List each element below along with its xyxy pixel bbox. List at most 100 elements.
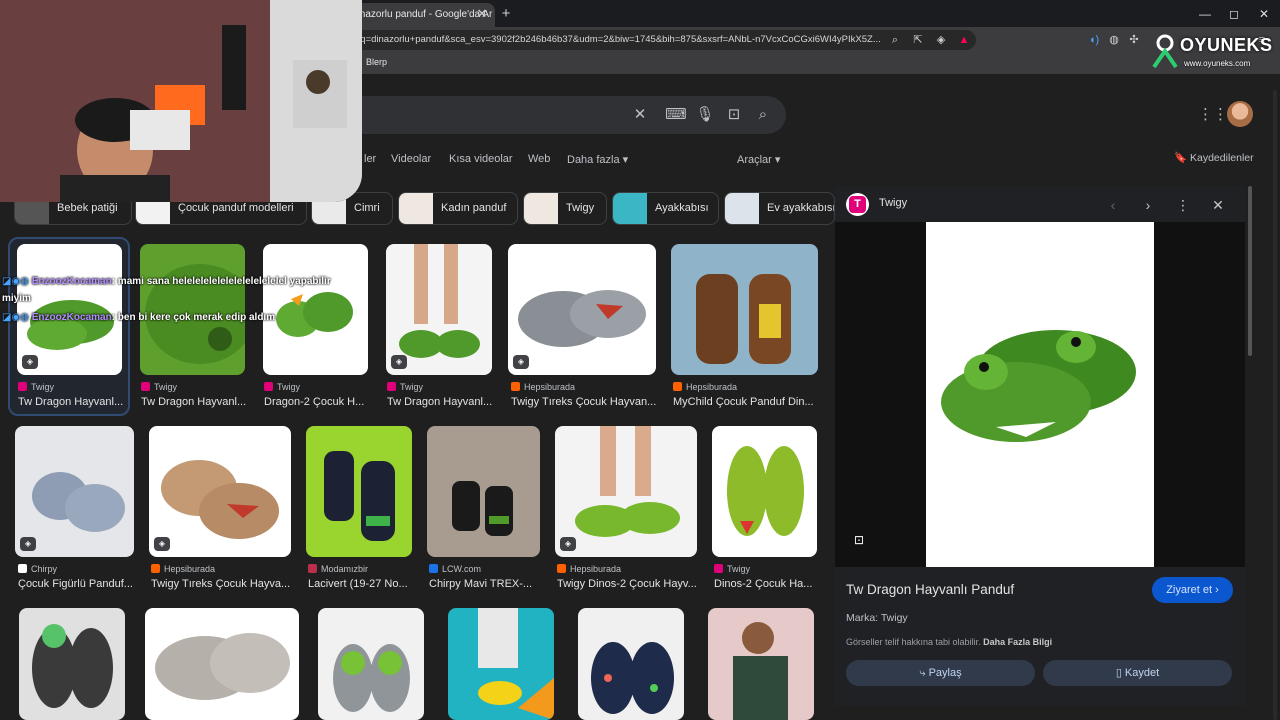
audio-icon[interactable]: ◖) — [1085, 31, 1103, 49]
chip-women-slippers[interactable]: Kadın panduf — [398, 192, 518, 225]
chip-label: Kadın panduf — [441, 202, 507, 214]
share-button[interactable]: ⤷ Paylaş — [846, 660, 1035, 686]
close-window-button[interactable]: ✕ — [1249, 4, 1279, 24]
result-image[interactable] — [555, 426, 697, 557]
shark-slipper-image — [518, 290, 646, 347]
dino-slipper-image — [727, 446, 804, 536]
result-image[interactable] — [306, 426, 412, 557]
hepsiburada-icon — [673, 382, 682, 391]
shield-icon[interactable]: ◈ — [932, 31, 950, 49]
browser-tab[interactable]: dinazorlu panduf - Google'da Ar — [340, 3, 495, 27]
hepsiburada-icon — [151, 564, 160, 573]
chip-twigy[interactable]: Twigy — [523, 192, 607, 225]
result-title[interactable]: Twigy Tıreks Çocuk Hayvan... — [511, 396, 659, 408]
chip-shoes[interactable]: Ayakkabısı — [612, 192, 719, 225]
result-title[interactable]: Lacivert (19-27 No... — [308, 578, 412, 590]
new-tab-button[interactable]: + — [497, 5, 515, 23]
tab-short-videos[interactable]: Kısa videolar — [449, 153, 513, 165]
result-title[interactable]: Chirpy Mavi TREX-... — [429, 578, 540, 590]
dino-slipper-image — [145, 264, 245, 364]
child-photo-image — [733, 622, 788, 720]
result-source: Modamızbir — [308, 564, 368, 574]
result-title[interactable]: Tw Dragon Hayvanl... — [141, 396, 247, 408]
minimize-button[interactable]: — — [1190, 4, 1220, 24]
result-image[interactable] — [19, 608, 125, 720]
tab-images[interactable]: ler — [364, 153, 376, 165]
avatar[interactable] — [1227, 101, 1253, 127]
close-icon[interactable]: ✕ — [1208, 195, 1228, 215]
address-url[interactable]: 2q=dinazorlu+panduf&sca_esv=3902f2b246b4… — [355, 30, 880, 50]
panel-image[interactable] — [926, 222, 1154, 567]
modamizbir-icon — [308, 564, 317, 573]
result-image[interactable] — [578, 608, 684, 720]
result-source: Hepsiburada — [151, 564, 215, 574]
puzzle-icon[interactable]: ✣ — [1125, 31, 1143, 49]
panel-scrollbar[interactable] — [1248, 186, 1252, 356]
result-image[interactable] — [263, 244, 368, 375]
extension-icon[interactable]: ◍ — [1105, 31, 1123, 49]
result-title[interactable]: Çocuk Figürlü Panduf... — [18, 578, 134, 590]
result-image[interactable] — [149, 426, 291, 557]
bookmark-blerp[interactable]: Blerp — [366, 57, 387, 67]
panel-source[interactable]: Twigy — [879, 197, 907, 209]
more-options-icon[interactable]: ⋮ — [1173, 195, 1193, 215]
tab-videos[interactable]: Videolar — [391, 153, 431, 165]
result-image[interactable] — [427, 426, 540, 557]
dino-slipper-image — [32, 624, 113, 708]
tab-web[interactable]: Web — [528, 153, 550, 165]
maximize-button[interactable]: ◻ — [1219, 4, 1249, 24]
page-scrollbar[interactable] — [1273, 90, 1277, 720]
result-title[interactable]: Dinos-2 Çocuk Ha... — [714, 578, 817, 590]
zoom-icon[interactable]: ⌕ — [886, 31, 904, 49]
chat-text: : mami sana helelelelelelelelelelelelel … — [111, 276, 331, 287]
product-tag-icon: ◈ — [20, 537, 36, 551]
chat-badge-icon: ◪◉◍ — [2, 276, 32, 287]
tools-button[interactable]: Araçlar ▾ — [737, 153, 780, 166]
hepsiburada-icon — [511, 382, 520, 391]
result-image[interactable] — [318, 608, 424, 720]
result-image[interactable] — [708, 608, 814, 720]
lens-icon[interactable]: ⊡ — [723, 104, 745, 126]
result-title[interactable]: MyChild Çocuk Panduf Din... — [673, 396, 818, 408]
search-icon[interactable]: ⌕ — [752, 104, 774, 126]
product-tag-icon: ◈ — [560, 537, 576, 551]
visit-button[interactable]: Ziyaret et › — [1152, 577, 1233, 603]
chip-label: Cimri — [354, 202, 380, 214]
keyboard-icon[interactable]: ⌨ — [665, 104, 687, 126]
panel-title: Tw Dragon Hayvanlı Panduf — [846, 582, 1015, 597]
next-icon[interactable]: › — [1138, 195, 1158, 215]
chip-home-shoes[interactable]: Ev ayakkabısı — [724, 192, 835, 225]
result-image[interactable] — [140, 244, 245, 375]
shark-slipper-image — [155, 633, 290, 700]
share-icon[interactable]: ⇱ — [909, 31, 927, 49]
copyright-text: Görseller telif hakkına tabi olabilir. — [846, 637, 981, 647]
microphone-icon[interactable]: 🎙 — [694, 104, 716, 126]
tab-more[interactable]: Daha fazla ▾ — [567, 153, 628, 166]
result-image[interactable] — [145, 608, 299, 720]
result-title[interactable]: Tw Dragon Hayvanl... — [18, 396, 124, 408]
apps-grid-icon[interactable]: ⋮⋮ — [1198, 104, 1228, 126]
result-title[interactable]: Dragon-2 Çocuk H... — [264, 396, 370, 408]
lens-search-icon[interactable]: ⊡ — [850, 531, 868, 549]
save-button[interactable]: ▯ Kaydet — [1043, 660, 1232, 686]
result-image[interactable] — [448, 608, 554, 720]
more-info-link[interactable]: Daha Fazla Bilgi — [983, 637, 1052, 647]
share-label: Paylaş — [928, 667, 962, 679]
clear-search-icon[interactable]: ✕ — [629, 104, 651, 126]
dino-slipper-image — [941, 330, 1136, 442]
chirpy-icon — [18, 564, 27, 573]
result-source: Hepsiburada — [511, 382, 575, 392]
result-image[interactable] — [712, 426, 817, 557]
previous-icon[interactable]: ‹ — [1103, 195, 1123, 215]
slipper-image — [478, 608, 554, 720]
saved-button[interactable]: 🔖 Kaydedilenler — [1174, 151, 1254, 164]
result-title[interactable]: Twigy Tıreks Çocuk Hayva... — [151, 578, 291, 590]
rewards-icon[interactable]: ▲ — [955, 31, 973, 49]
result-title[interactable]: Tw Dragon Hayvanl... — [387, 396, 493, 408]
result-image[interactable] — [671, 244, 818, 375]
lcw-icon — [429, 564, 438, 573]
product-tag-icon: ◈ — [22, 355, 38, 369]
tab-close-icon[interactable]: ✕ — [474, 3, 490, 25]
result-image[interactable] — [508, 244, 656, 375]
result-title[interactable]: Twigy Dinos-2 Çocuk Hayv... — [557, 578, 697, 590]
